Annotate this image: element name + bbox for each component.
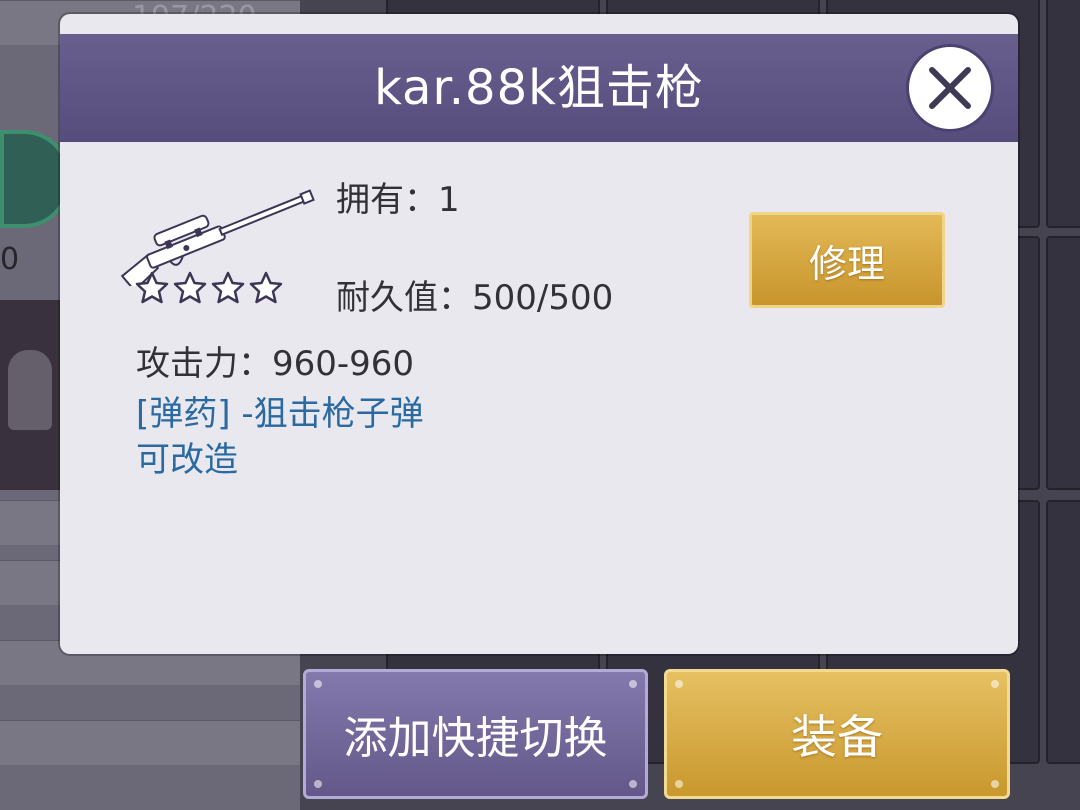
modifiable-tag: 可改造 <box>136 440 238 480</box>
dialog-header: kar.88k狙击枪 <box>60 34 1018 142</box>
inventory-slot[interactable] <box>1046 236 1080 490</box>
dialog-body: 拥有：1 耐久值：500/500 修理 攻击力：960-960 [弹药] -狙击… <box>60 142 1018 654</box>
close-icon <box>929 67 971 109</box>
star-icon <box>173 271 207 304</box>
character-figure <box>8 350 52 430</box>
close-button[interactable] <box>906 44 994 132</box>
ammo-type: [弹药] -狙击枪子弹 <box>136 394 424 434</box>
dialog-title: kar.88k狙击枪 <box>374 60 704 116</box>
repair-button[interactable]: 修理 <box>749 212 945 308</box>
equip-label: 装备 <box>791 710 883 764</box>
inventory-slot[interactable] <box>1046 500 1080 764</box>
star-icon <box>135 271 169 304</box>
inventory-slot[interactable] <box>1046 0 1080 228</box>
equip-button[interactable]: 装备 <box>664 669 1010 799</box>
add-quick-switch-label: 添加快捷切换 <box>343 713 608 764</box>
item-detail-dialog: kar.88k狙击枪 拥有：1 耐久值：500/500 修理 攻击力：960-9… <box>60 14 1018 654</box>
attack-value: 攻击力：960-960 <box>136 344 415 384</box>
star-icon <box>249 271 283 304</box>
sidebar-band <box>0 720 300 765</box>
sidebar-value: 0 <box>0 242 20 277</box>
durability-value: 耐久值：500/500 <box>336 278 614 318</box>
rarity-stars <box>134 270 284 306</box>
star-icon <box>211 271 245 304</box>
owned-count: 拥有：1 <box>336 180 460 220</box>
add-quick-switch-button[interactable]: 添加快捷切换 <box>303 669 648 799</box>
